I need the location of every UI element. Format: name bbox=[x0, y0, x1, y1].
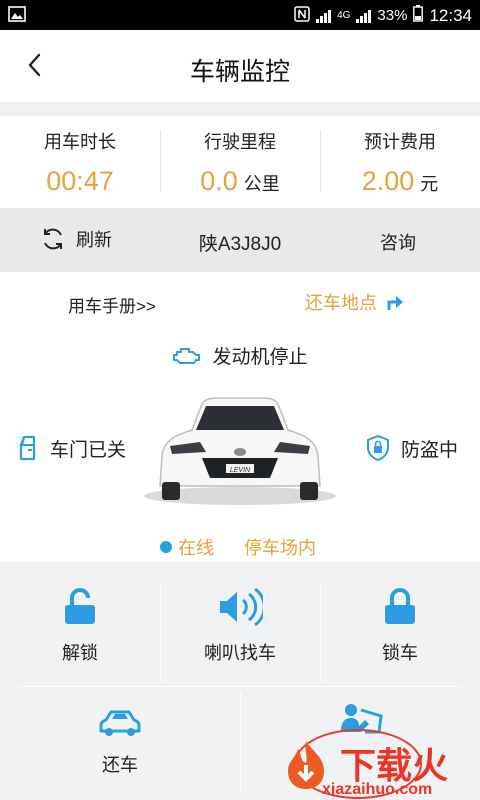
lock-icon bbox=[385, 588, 415, 624]
car-model-badge: LEVIN bbox=[230, 467, 251, 474]
action-label: 解锁 bbox=[62, 643, 98, 663]
stat-unit: 公里 bbox=[243, 174, 280, 194]
action-label: 锁车 bbox=[382, 643, 418, 663]
shield-lock-icon bbox=[367, 434, 389, 462]
car-icon bbox=[99, 710, 141, 736]
unlock-icon bbox=[65, 588, 95, 624]
battery-icon bbox=[413, 5, 424, 26]
stat-value: 2.00 bbox=[361, 166, 415, 196]
stat-unit: 元 bbox=[420, 174, 439, 194]
stat-cost: 预计费用 2.00 元 bbox=[320, 116, 480, 208]
signal-icon bbox=[316, 9, 332, 23]
lock-button[interactable]: 锁车 bbox=[320, 588, 480, 665]
parking-status: 停车场内 bbox=[244, 538, 316, 558]
refresh-button[interactable]: 刷新 bbox=[40, 226, 112, 252]
trip-stats: 用车时长 00:47 行驶里程 0.0 公里 预计费用 2.00 元 bbox=[0, 116, 480, 208]
stat-label: 用车时长 bbox=[44, 132, 116, 152]
anti-theft-status: 防盗中 bbox=[365, 434, 458, 462]
consult-button[interactable]: 咨询 bbox=[380, 229, 416, 255]
nfc-icon bbox=[294, 5, 310, 26]
refresh-icon bbox=[44, 228, 62, 250]
door-status: 车门已关 bbox=[18, 434, 126, 462]
clock: 12:34 bbox=[429, 5, 472, 25]
gallery-notification-icon bbox=[8, 6, 26, 26]
turn-arrow-icon bbox=[387, 296, 403, 310]
manual-link[interactable]: 用车手册>> bbox=[68, 292, 156, 317]
divider bbox=[20, 686, 460, 687]
online-dot-icon bbox=[160, 541, 172, 553]
status-bar: 4G 33% 12:34 bbox=[0, 0, 480, 30]
stat-label: 行驶里程 bbox=[204, 132, 276, 152]
title-bar: 车辆监控 bbox=[0, 30, 480, 102]
stat-mileage: 行驶里程 0.0 公里 bbox=[160, 116, 320, 208]
online-status-label: 在线 bbox=[178, 538, 214, 558]
engine-icon bbox=[173, 347, 201, 364]
car-image: LEVIN bbox=[140, 394, 340, 514]
return-location-button[interactable]: 还车地点 bbox=[305, 289, 405, 315]
signal-icon-2 bbox=[356, 9, 372, 23]
door-icon bbox=[19, 435, 36, 461]
engine-status-label: 发动机停止 bbox=[212, 347, 308, 368]
stat-value: 0.0 bbox=[200, 166, 238, 196]
vehicle-toolbar: 刷新 陕A3J8J0 咨询 bbox=[0, 208, 480, 272]
watermark-logo: 下载火 xiazaihuo.com bbox=[282, 729, 480, 800]
vehicle-status-panel: 用车手册>> 还车地点 发动机停止 车门已关 LEVIN 防盗中 在线 停车场内 bbox=[0, 272, 480, 562]
engine-status: 发动机停止 bbox=[0, 342, 480, 369]
action-label: 还车 bbox=[102, 755, 138, 775]
refresh-label: 刷新 bbox=[76, 230, 112, 250]
speaker-icon bbox=[220, 587, 266, 627]
watermark-url: xiazaihuo.com bbox=[322, 781, 433, 798]
action-label: 喇叭找车 bbox=[204, 643, 276, 663]
stat-value: 00:47 bbox=[46, 166, 114, 196]
stat-duration: 用车时长 00:47 bbox=[0, 116, 160, 208]
return-location-label: 还车地点 bbox=[305, 293, 377, 313]
online-status: 在线 bbox=[160, 534, 214, 560]
network-type: 4G bbox=[337, 10, 351, 21]
unlock-button[interactable]: 解锁 bbox=[0, 588, 160, 665]
divider bbox=[0, 102, 480, 116]
page-title: 车辆监控 bbox=[189, 58, 290, 86]
stat-label: 预计费用 bbox=[364, 132, 436, 152]
return-car-button[interactable]: 还车 bbox=[0, 708, 240, 777]
battery-percent: 33% bbox=[377, 7, 408, 24]
door-status-label: 车门已关 bbox=[50, 439, 127, 461]
horn-find-car-button[interactable]: 喇叭找车 bbox=[160, 587, 320, 665]
anti-theft-label: 防盗中 bbox=[401, 439, 459, 461]
